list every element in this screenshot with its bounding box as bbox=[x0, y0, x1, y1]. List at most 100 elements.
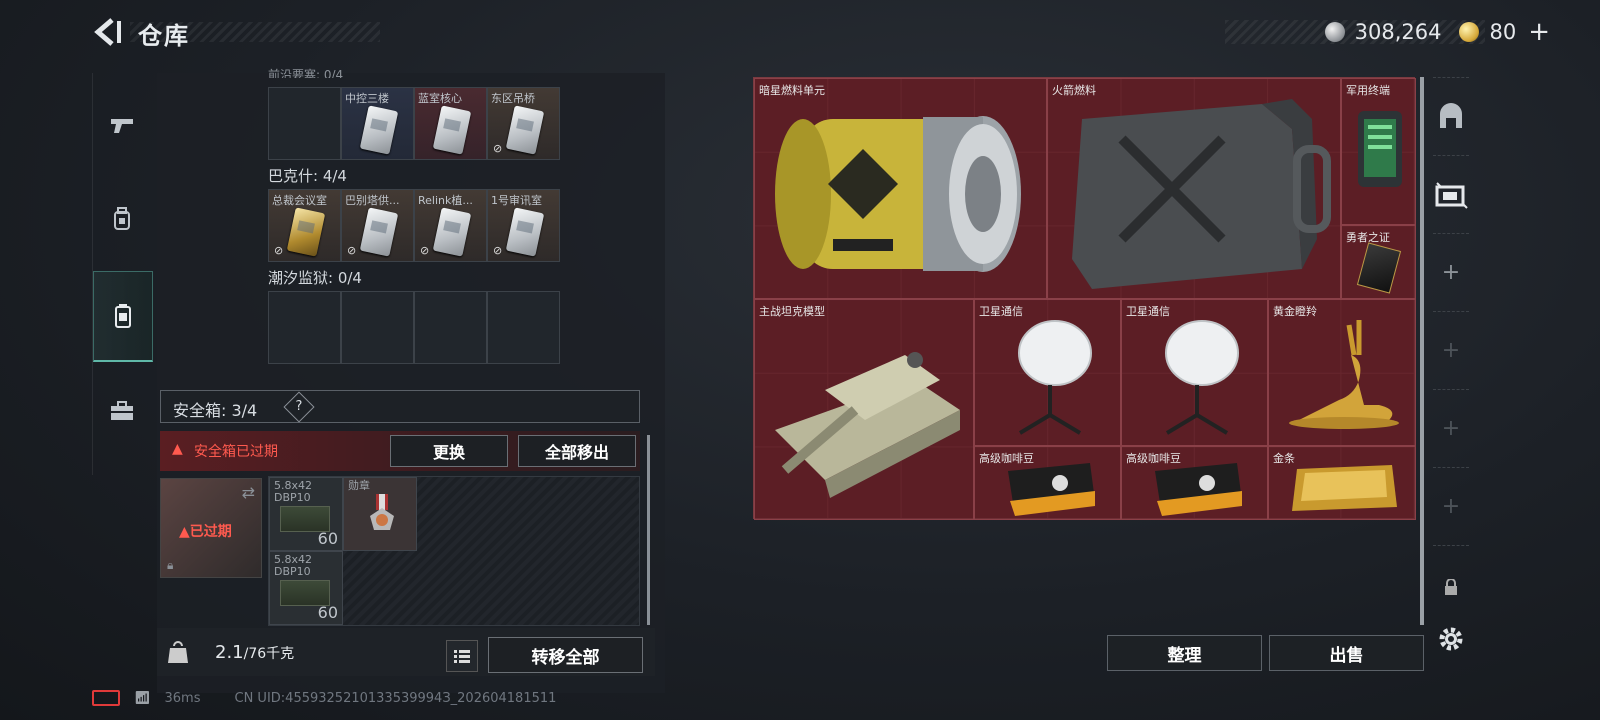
item-satellite-comm[interactable]: 卫星通信 bbox=[974, 299, 1121, 446]
keycard-icon bbox=[359, 207, 399, 257]
item-label: 高级咖啡豆 bbox=[1126, 452, 1181, 465]
item-premium-coffee[interactable]: 高级咖啡豆 bbox=[1121, 446, 1268, 520]
container-icon bbox=[115, 304, 131, 328]
storage-tab-home[interactable] bbox=[1427, 95, 1475, 139]
item-count: 60 bbox=[317, 529, 338, 548]
back-arrow-icon bbox=[94, 18, 121, 46]
help-button[interactable]: ? bbox=[283, 391, 315, 423]
left-category-nav bbox=[92, 73, 155, 475]
section-label-chaoxi: 潮汐监狱: 0/4 bbox=[268, 269, 362, 287]
item-premium-coffee[interactable]: 高级咖啡豆 bbox=[974, 446, 1121, 520]
transfer-all-button[interactable]: 转移全部 bbox=[488, 637, 643, 673]
gold-coin-icon bbox=[1459, 22, 1480, 42]
item-label: 军用终端 bbox=[1346, 84, 1390, 97]
key-slot-empty[interactable] bbox=[268, 87, 341, 160]
gold-amount: 80 bbox=[1489, 20, 1517, 44]
add-storage-button[interactable]: + bbox=[1427, 486, 1475, 526]
warning-icon: ▲ bbox=[172, 441, 183, 457]
lock-icon bbox=[1445, 579, 1457, 595]
locked-storage-slot[interactable] bbox=[1427, 567, 1475, 607]
divider bbox=[1433, 77, 1469, 79]
replace-button[interactable]: 更换 bbox=[390, 435, 508, 467]
nav-containers[interactable] bbox=[93, 271, 153, 362]
key-slot-empty[interactable] bbox=[487, 291, 560, 364]
tank-icon bbox=[775, 352, 960, 498]
left-scrollbar[interactable] bbox=[647, 435, 650, 625]
divider bbox=[1433, 545, 1469, 547]
item-count: 60 bbox=[317, 603, 338, 622]
key-slot[interactable]: 东区吊桥 ⊘ bbox=[487, 87, 560, 160]
right-scrollbar[interactable] bbox=[1420, 77, 1424, 625]
key-slot[interactable]: 1号审讯室 ⊘ bbox=[487, 189, 560, 262]
key-row-3 bbox=[268, 291, 560, 364]
nav-weapons[interactable] bbox=[93, 81, 151, 169]
item-label: 主战坦克模型 bbox=[759, 305, 825, 318]
section-label-frontier: 前沿要塞: 0/4 bbox=[268, 68, 344, 78]
back-button[interactable] bbox=[90, 15, 124, 49]
divider bbox=[1433, 389, 1469, 391]
divider bbox=[1433, 467, 1469, 469]
safebox-item-ammo[interactable]: 5.8x42 DBP10 60 bbox=[269, 551, 343, 625]
item-brave-badge[interactable]: 勇者之证 bbox=[1341, 225, 1416, 299]
coffee-bag-icon bbox=[1008, 463, 1095, 516]
item-tank-model[interactable]: 主战坦克模型 bbox=[754, 299, 974, 520]
list-icon bbox=[454, 650, 470, 663]
key-slot[interactable]: 中控三楼 bbox=[341, 87, 414, 160]
sell-button[interactable]: 出售 bbox=[1269, 635, 1424, 671]
nav-toolbox[interactable] bbox=[93, 367, 151, 455]
safebox-capacity-bar: 安全箱: 3/4 ? bbox=[160, 390, 640, 423]
add-currency-button[interactable]: + bbox=[1528, 17, 1550, 47]
list-view-button[interactable] bbox=[446, 640, 478, 672]
safebox-item-medal[interactable]: 勋章 bbox=[343, 477, 417, 551]
add-storage-button[interactable]: + bbox=[1427, 252, 1475, 292]
plus-icon: + bbox=[1441, 493, 1461, 519]
item-dark-star-fuel-cell[interactable]: 暗星燃料单元 bbox=[754, 78, 1047, 299]
safebox-capacity: 安全箱: 3/4 bbox=[173, 401, 258, 420]
key-slot-empty[interactable] bbox=[268, 291, 341, 364]
toolbox-icon bbox=[111, 401, 133, 420]
nav-armor[interactable] bbox=[93, 175, 151, 263]
item-golden-gazelle[interactable]: 黄金瞪羚 bbox=[1268, 299, 1416, 446]
item-label: 卫星通信 bbox=[979, 305, 1023, 318]
satellite-dish-icon bbox=[1165, 320, 1239, 435]
gold-bar-icon bbox=[1292, 465, 1397, 511]
safebox-grid: 5.8x42 DBP10 60 勋章 5.8x42 DBP10 60 bbox=[268, 476, 640, 626]
expired-warning-text: 安全箱已过期 bbox=[194, 444, 278, 460]
sort-button[interactable]: 整理 bbox=[1107, 635, 1262, 671]
item-label: 5.8x42 DBP10 bbox=[274, 479, 313, 504]
key-slot-empty[interactable] bbox=[414, 291, 487, 364]
keycard-icon bbox=[359, 105, 399, 155]
no-use-icon: ⊘ bbox=[347, 244, 357, 257]
key-slot[interactable]: Relink植... ⊘ bbox=[414, 189, 487, 262]
key-slot[interactable]: 巴别塔供... ⊘ bbox=[341, 189, 414, 262]
badge-icon bbox=[1356, 242, 1402, 294]
key-label: 巴别塔供... bbox=[345, 194, 400, 207]
keycard-icon bbox=[432, 105, 472, 155]
gear-icon bbox=[1439, 627, 1463, 651]
key-slot[interactable]: 总裁会议室 ⊘ bbox=[268, 189, 341, 262]
key-label: 总裁会议室 bbox=[272, 194, 327, 207]
remove-all-button[interactable]: 全部移出 bbox=[518, 435, 636, 467]
battery-icon bbox=[92, 690, 120, 706]
storage-tab-secondary[interactable] bbox=[1427, 173, 1475, 217]
safebox-item-ammo[interactable]: 5.8x42 DBP10 60 bbox=[269, 477, 343, 551]
item-label: 金条 bbox=[1273, 452, 1295, 465]
silver-amount: 308,264 bbox=[1354, 20, 1442, 44]
add-storage-button[interactable]: + bbox=[1427, 330, 1475, 370]
item-rocket-fuel[interactable]: 火箭燃料 bbox=[1047, 78, 1341, 299]
item-gold-bar[interactable]: 金条 bbox=[1268, 446, 1416, 520]
item-military-terminal[interactable]: 军用终端 bbox=[1341, 78, 1416, 225]
item-satellite-comm[interactable]: 卫星通信 bbox=[1121, 299, 1268, 446]
no-use-icon: ⊘ bbox=[493, 244, 503, 257]
keycard-icon bbox=[286, 207, 326, 257]
divider bbox=[1433, 155, 1469, 157]
item-label: 火箭燃料 bbox=[1052, 84, 1096, 97]
key-slot-empty[interactable] bbox=[341, 291, 414, 364]
coffee-bag-icon bbox=[1155, 463, 1242, 516]
add-storage-button[interactable]: + bbox=[1427, 408, 1475, 448]
safebox-case[interactable]: ⇄ ▲已过期 🔒︎ bbox=[160, 478, 262, 578]
settings-button[interactable] bbox=[1436, 624, 1466, 658]
key-label: 蓝室核心 bbox=[418, 92, 462, 105]
item-label: 黄金瞪羚 bbox=[1273, 305, 1317, 318]
key-slot[interactable]: 蓝室核心 bbox=[414, 87, 487, 160]
